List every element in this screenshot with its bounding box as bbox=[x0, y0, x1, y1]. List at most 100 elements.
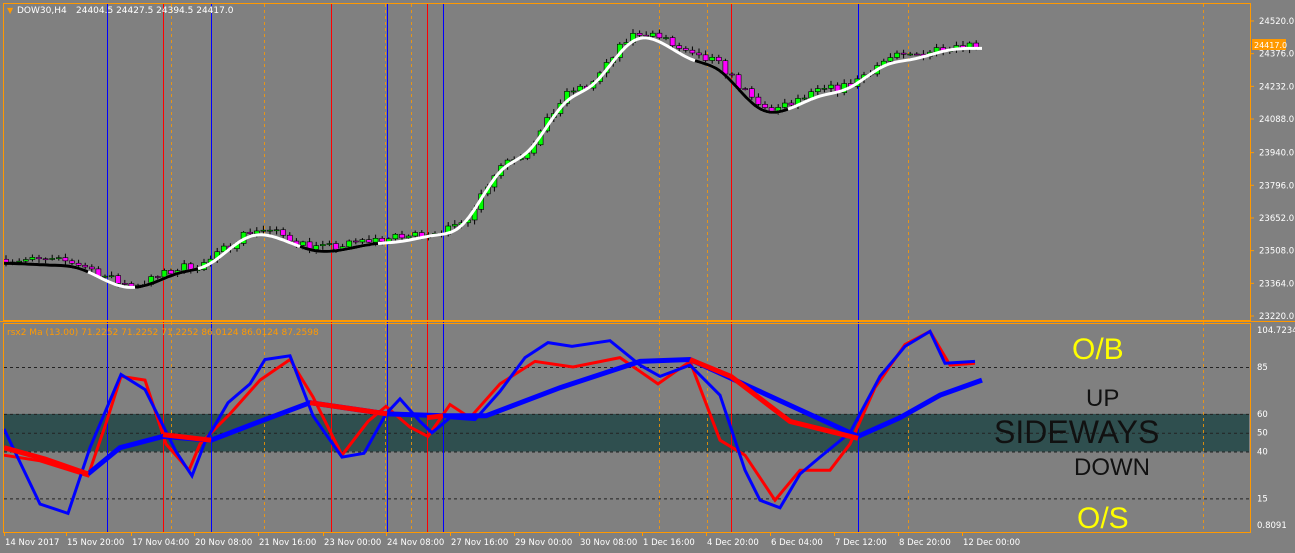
candle-body bbox=[16, 260, 23, 263]
time-tick-label: 29 Nov 00:00 bbox=[515, 538, 572, 548]
candle-body bbox=[656, 32, 663, 39]
candle-body bbox=[973, 42, 980, 48]
candle-body bbox=[286, 234, 293, 242]
price-tick-label: 24376.0 bbox=[1259, 50, 1294, 60]
candle-body bbox=[742, 88, 749, 90]
current-price-label: 24417.0 bbox=[1254, 41, 1287, 50]
candle-body bbox=[267, 229, 273, 232]
candle-body bbox=[379, 238, 386, 242]
price-tick-label: 23220.0 bbox=[1259, 312, 1294, 322]
candle-body bbox=[709, 56, 716, 61]
candle-body bbox=[102, 275, 108, 278]
candle-body bbox=[115, 275, 121, 284]
candle-body bbox=[669, 37, 676, 46]
candle-body bbox=[715, 56, 722, 62]
candle-body bbox=[814, 88, 821, 92]
price-tick-label: 24088.0 bbox=[1259, 115, 1294, 125]
candle-body bbox=[828, 84, 834, 89]
price-tick-label: 23364.0 bbox=[1259, 279, 1294, 289]
candle-body bbox=[181, 263, 187, 271]
time-tick-label: 15 Nov 20:00 bbox=[67, 538, 124, 548]
candle-body bbox=[682, 48, 689, 51]
candle-body bbox=[22, 259, 29, 262]
candle-body bbox=[128, 283, 135, 287]
time-tick-label: 30 Nov 08:00 bbox=[580, 538, 637, 548]
candle-body bbox=[260, 229, 267, 232]
candle-body bbox=[636, 33, 643, 36]
time-tick-label: 6 Dec 04:00 bbox=[771, 538, 823, 548]
candle-body bbox=[781, 102, 788, 108]
candle-body bbox=[399, 233, 405, 239]
candle-body bbox=[69, 260, 75, 264]
indicator-tick-label: 40 bbox=[1257, 447, 1268, 457]
indicator-header: rsx2 Ma (13.00) 71.2252 71.2252 71.2252 … bbox=[7, 328, 319, 338]
candle-body bbox=[273, 229, 280, 232]
indicator-tick-label: 0.8091 bbox=[1257, 521, 1287, 531]
indicator-tick-label: 104.7234 bbox=[1257, 326, 1295, 336]
candle-body bbox=[352, 240, 359, 243]
symbol-title: DOW30,H4 bbox=[17, 6, 67, 16]
label-oversold: O/S bbox=[1077, 502, 1129, 535]
indicator-tick-label: 85 bbox=[1257, 363, 1268, 373]
candle-body bbox=[702, 54, 709, 61]
label-sideways: SIDEWAYS bbox=[994, 414, 1159, 450]
candle-body bbox=[313, 245, 320, 250]
price-tick-label: 24520.0 bbox=[1259, 17, 1294, 27]
indicator-tick-label: 60 bbox=[1257, 410, 1268, 420]
candle-body bbox=[55, 257, 62, 259]
candle-body bbox=[49, 258, 56, 260]
time-tick-label: 7 Dec 12:00 bbox=[835, 538, 887, 548]
candle-body bbox=[42, 258, 49, 261]
candle-body bbox=[451, 224, 458, 227]
time-tick-label: 14 Nov 2017 bbox=[5, 538, 59, 548]
candle-body bbox=[748, 88, 755, 98]
candle-body bbox=[346, 240, 353, 248]
candle-body bbox=[319, 244, 326, 246]
indicator-tick-label: 15 bbox=[1257, 494, 1268, 504]
candle-body bbox=[821, 88, 828, 90]
time-tick-label: 27 Nov 16:00 bbox=[451, 538, 508, 548]
time-tick-label: 12 Dec 00:00 bbox=[963, 538, 1020, 548]
candle-body bbox=[168, 270, 174, 275]
time-tick-label: 1 Dec 16:00 bbox=[643, 538, 695, 548]
candle-body bbox=[247, 231, 253, 234]
candle-body bbox=[788, 102, 795, 106]
candle-body bbox=[894, 52, 900, 58]
time-tick-label: 20 Nov 08:00 bbox=[195, 538, 252, 548]
candle-body bbox=[29, 257, 36, 260]
time-tick-label: 4 Dec 20:00 bbox=[707, 538, 759, 548]
candle-body bbox=[326, 243, 333, 245]
price-tick-label: 24232.0 bbox=[1259, 82, 1294, 92]
candle-body bbox=[570, 90, 577, 93]
candle-body bbox=[280, 229, 287, 236]
candle-body bbox=[663, 37, 669, 39]
price-tick-label: 23652.0 bbox=[1259, 214, 1294, 224]
candle-body bbox=[372, 238, 379, 243]
candle-body bbox=[161, 270, 168, 278]
chart-window[interactable]: ▼ DOW30,H4 24404.5 24427.5 24394.5 24417… bbox=[0, 0, 1295, 553]
candle-body bbox=[108, 275, 115, 277]
candle-body bbox=[676, 45, 683, 49]
candle-body bbox=[900, 52, 907, 55]
candle-body bbox=[913, 53, 920, 56]
label-down: DOWN bbox=[1074, 454, 1150, 481]
candle-body bbox=[405, 235, 412, 239]
candle-body bbox=[649, 32, 656, 37]
candle-body bbox=[755, 96, 762, 105]
candle-body bbox=[62, 257, 69, 262]
candle-body bbox=[122, 283, 128, 285]
candle-body bbox=[907, 53, 914, 56]
candle-body bbox=[696, 52, 702, 56]
candle-body bbox=[689, 49, 696, 54]
candle-body bbox=[887, 57, 894, 62]
price-tick-label: 23940.0 bbox=[1259, 149, 1294, 159]
indicator-tick-label: 50 bbox=[1257, 429, 1268, 439]
ohlc-readout: 24404.5 24427.5 24394.5 24417.0 bbox=[76, 6, 234, 16]
collapse-triangle-icon[interactable]: ▼ bbox=[7, 6, 14, 15]
time-tick-label: 17 Nov 04:00 bbox=[132, 538, 189, 548]
candle-body bbox=[801, 97, 808, 100]
candle-body bbox=[75, 262, 82, 266]
candle-body bbox=[412, 232, 419, 237]
candle-body bbox=[333, 243, 339, 250]
candle-body bbox=[89, 266, 95, 270]
